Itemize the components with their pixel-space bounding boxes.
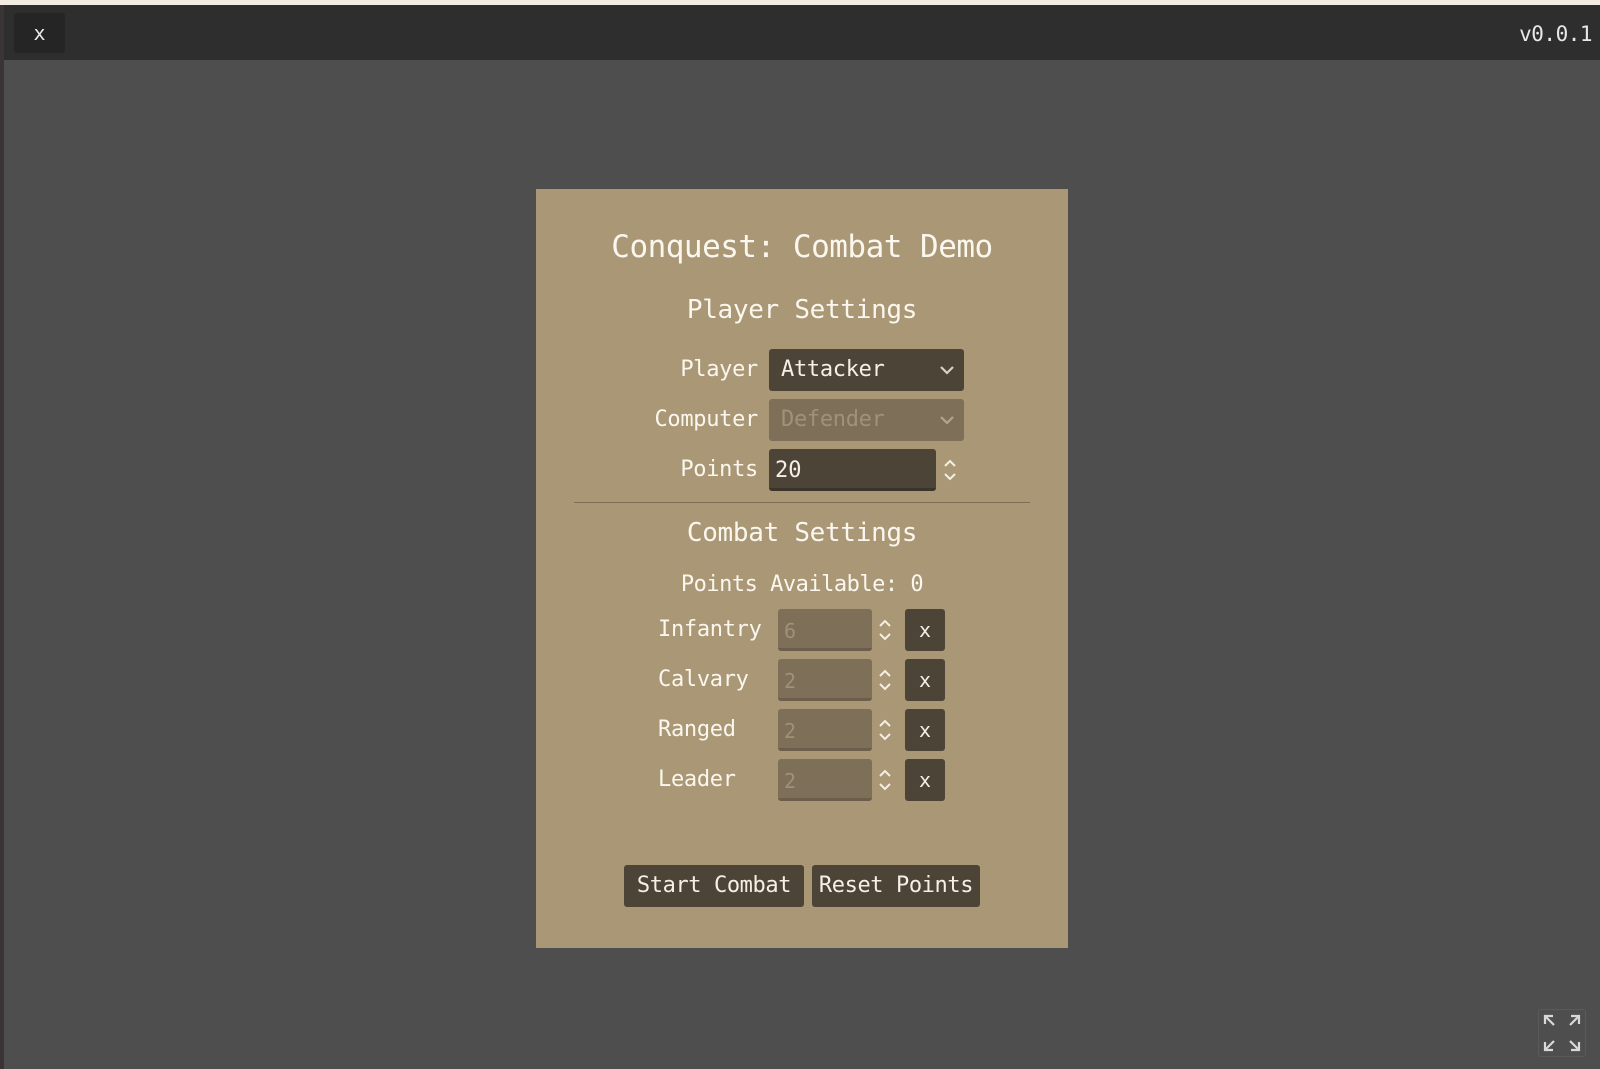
- ranged-clear-button[interactable]: x: [905, 709, 945, 751]
- calvary-spinner-icon[interactable]: [876, 659, 894, 701]
- calvary-input[interactable]: 2: [778, 659, 872, 701]
- chevron-down-icon: [938, 399, 956, 441]
- leader-label: Leader: [658, 767, 736, 792]
- ranged-input[interactable]: 2: [778, 709, 872, 751]
- window-left-edge: [0, 5, 4, 1069]
- leader-spinner-icon[interactable]: [876, 759, 894, 801]
- page-title: Conquest: Combat Demo: [611, 229, 993, 265]
- top-bar: x v0.0.1: [4, 5, 1600, 60]
- infantry-clear-button[interactable]: x: [905, 609, 945, 651]
- player-select[interactable]: Attacker: [769, 349, 964, 391]
- computer-select-value: Defender: [781, 407, 885, 432]
- chevron-down-icon: [938, 349, 956, 391]
- leader-input[interactable]: 2: [778, 759, 872, 801]
- computer-label: Computer: [654, 407, 758, 432]
- calvary-label: Calvary: [658, 667, 749, 692]
- ranged-spinner-icon[interactable]: [876, 709, 894, 751]
- close-button[interactable]: x: [14, 13, 65, 53]
- infantry-spinner-icon[interactable]: [876, 609, 894, 651]
- computer-select[interactable]: Defender: [769, 399, 964, 441]
- infantry-input[interactable]: 6: [778, 609, 872, 651]
- start-combat-button[interactable]: Start Combat: [624, 865, 804, 907]
- points-input[interactable]: 20: [769, 449, 936, 491]
- fullscreen-icon[interactable]: [1538, 1009, 1586, 1057]
- player-settings-heading: Player Settings: [686, 295, 918, 325]
- combat-demo-panel: Conquest: Combat Demo Player Settings Pl…: [536, 189, 1068, 948]
- version-label: v0.0.1: [1519, 22, 1592, 46]
- points-available-label: Points Available: 0: [680, 572, 924, 597]
- player-label: Player: [680, 357, 758, 382]
- reset-points-button[interactable]: Reset Points: [812, 865, 980, 907]
- points-label: Points: [680, 457, 758, 482]
- ranged-label: Ranged: [658, 717, 736, 742]
- leader-clear-button[interactable]: x: [905, 759, 945, 801]
- infantry-label: Infantry: [658, 617, 762, 642]
- calvary-clear-button[interactable]: x: [905, 659, 945, 701]
- combat-settings-heading: Combat Settings: [686, 518, 918, 548]
- player-select-value: Attacker: [781, 357, 885, 382]
- section-divider: [574, 502, 1030, 503]
- points-spinner-icon[interactable]: [941, 449, 959, 491]
